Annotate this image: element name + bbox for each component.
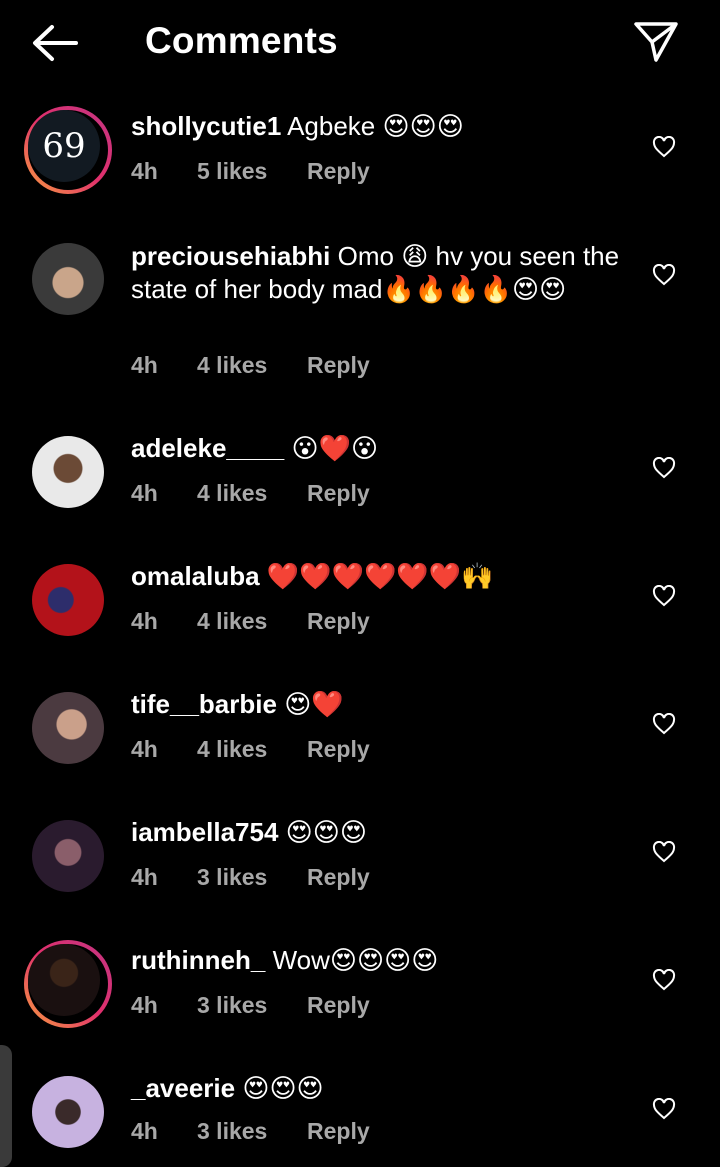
header: Comments xyxy=(0,0,720,88)
avatar[interactable] xyxy=(32,692,104,764)
comment-time: 4h xyxy=(131,158,158,184)
avatar[interactable] xyxy=(32,1076,104,1148)
avatar[interactable] xyxy=(24,940,112,1028)
comment-time: 4h xyxy=(131,864,158,890)
comment-likes[interactable]: 3 likes xyxy=(197,992,267,1019)
comment-time: 4h xyxy=(131,352,158,378)
comment-text: Wow😍😍😍😍 xyxy=(272,945,439,975)
comment-time: 4h xyxy=(131,736,158,762)
comment-item: omalaluba ❤️❤️❤️❤️❤️❤️🙌 4h 4 likes Reply xyxy=(0,560,720,640)
comment-item: ruthinneh_ Wow😍😍😍😍 4h 3 likes Reply xyxy=(0,940,720,1040)
heart-icon[interactable] xyxy=(652,264,676,286)
comment-username[interactable]: _aveerie xyxy=(131,1073,235,1103)
comment-text: 😍😍😍 xyxy=(285,817,367,847)
comment-time: 4h xyxy=(131,992,158,1018)
comment-item: _aveerie 😍😍😍 4h 3 likes Reply xyxy=(0,1072,720,1162)
comment-item: preciousehiabhi Omo 😩 hv you seen the st… xyxy=(0,240,720,390)
comment-likes[interactable]: 3 likes xyxy=(197,1118,267,1145)
comment-text: 😮❤️😮 xyxy=(291,433,379,463)
comment-time: 4h xyxy=(131,608,158,634)
comment-text: 😍😍😍 xyxy=(242,1073,324,1103)
comment-item: adeleke____ 😮❤️😮 4h 4 likes Reply xyxy=(0,432,720,512)
comment-username[interactable]: omalaluba xyxy=(131,561,260,591)
comment-item: iambella754 😍😍😍 4h 3 likes Reply xyxy=(0,816,720,896)
avatar[interactable] xyxy=(32,820,104,892)
heart-icon[interactable] xyxy=(652,585,676,607)
heart-icon[interactable] xyxy=(652,969,676,991)
avatar[interactable]: 69 xyxy=(24,106,112,194)
reply-button[interactable]: Reply xyxy=(307,864,370,891)
send-icon[interactable] xyxy=(632,20,680,64)
reply-button[interactable]: Reply xyxy=(307,480,370,507)
comment-text: Agbeke 😍😍😍 xyxy=(287,111,464,141)
comment-username[interactable]: shollycutie1 xyxy=(131,111,281,141)
comment-text: 😍❤️ xyxy=(284,689,344,719)
comment-username[interactable]: iambella754 xyxy=(131,817,278,847)
avatar[interactable] xyxy=(32,564,104,636)
back-arrow-icon[interactable] xyxy=(30,22,80,64)
reply-button[interactable]: Reply xyxy=(307,158,370,185)
reply-button[interactable]: Reply xyxy=(307,352,370,379)
comment-likes[interactable]: 4 likes xyxy=(197,608,267,635)
comment-username[interactable]: tife__barbie xyxy=(131,689,277,719)
comment-username[interactable]: preciousehiabhi xyxy=(131,241,330,271)
comment-likes[interactable]: 3 likes xyxy=(197,864,267,891)
avatar[interactable] xyxy=(32,436,104,508)
edge-handle[interactable] xyxy=(0,1045,12,1167)
comment-username[interactable]: ruthinneh_ xyxy=(131,945,265,975)
heart-icon[interactable] xyxy=(652,1098,676,1120)
comment-time: 4h xyxy=(131,1118,158,1144)
reply-button[interactable]: Reply xyxy=(307,1118,370,1145)
heart-icon[interactable] xyxy=(652,713,676,735)
reply-button[interactable]: Reply xyxy=(307,608,370,635)
heart-icon[interactable] xyxy=(652,136,676,158)
comment-item: tife__barbie 😍❤️ 4h 4 likes Reply xyxy=(0,688,720,768)
comment-text: ❤️❤️❤️❤️❤️❤️🙌 xyxy=(266,561,494,591)
comment-item: 69 shollycutie1 Agbeke 😍😍😍 4h 5 likes Re… xyxy=(0,106,720,206)
comment-time: 4h xyxy=(131,480,158,506)
avatar-label: 69 xyxy=(28,110,100,182)
page-title: Comments xyxy=(145,20,338,61)
avatar[interactable] xyxy=(32,243,104,315)
comment-likes[interactable]: 4 likes xyxy=(197,480,267,507)
comment-username[interactable]: adeleke____ xyxy=(131,433,284,463)
comment-likes[interactable]: 5 likes xyxy=(197,158,267,185)
comment-likes[interactable]: 4 likes xyxy=(197,736,267,763)
heart-icon[interactable] xyxy=(652,841,676,863)
comment-likes[interactable]: 4 likes xyxy=(197,352,267,379)
reply-button[interactable]: Reply xyxy=(307,992,370,1019)
reply-button[interactable]: Reply xyxy=(307,736,370,763)
heart-icon[interactable] xyxy=(652,457,676,479)
